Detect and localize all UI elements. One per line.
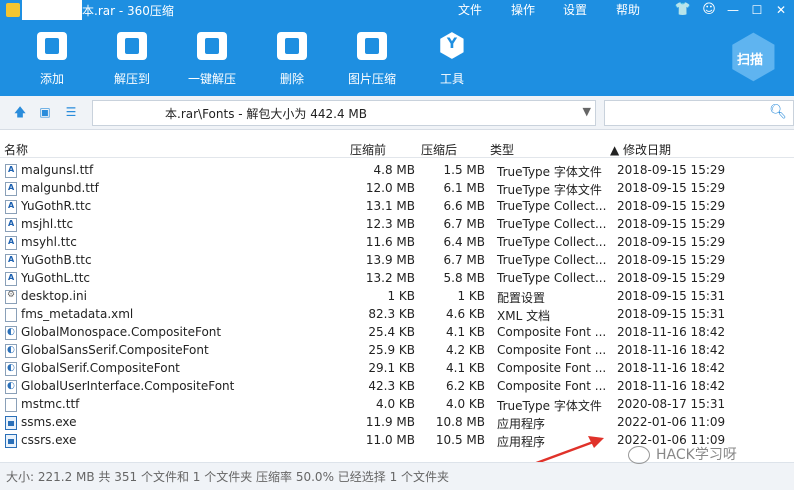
status-bar: 大小: 221.2 MB 共 351 个文件和 1 个文件夹 压缩率 50.0%… [0, 462, 794, 490]
watermark-text: HACK学习呀 [656, 447, 737, 463]
status-text: 大小: 221.2 MB 共 351 个文件和 1 个文件夹 压缩率 50.0%… [6, 470, 450, 484]
annotation-arrow [511, 436, 604, 474]
watermark: HACK学习呀 [628, 444, 737, 464]
wechat-logo-icon [628, 446, 650, 464]
